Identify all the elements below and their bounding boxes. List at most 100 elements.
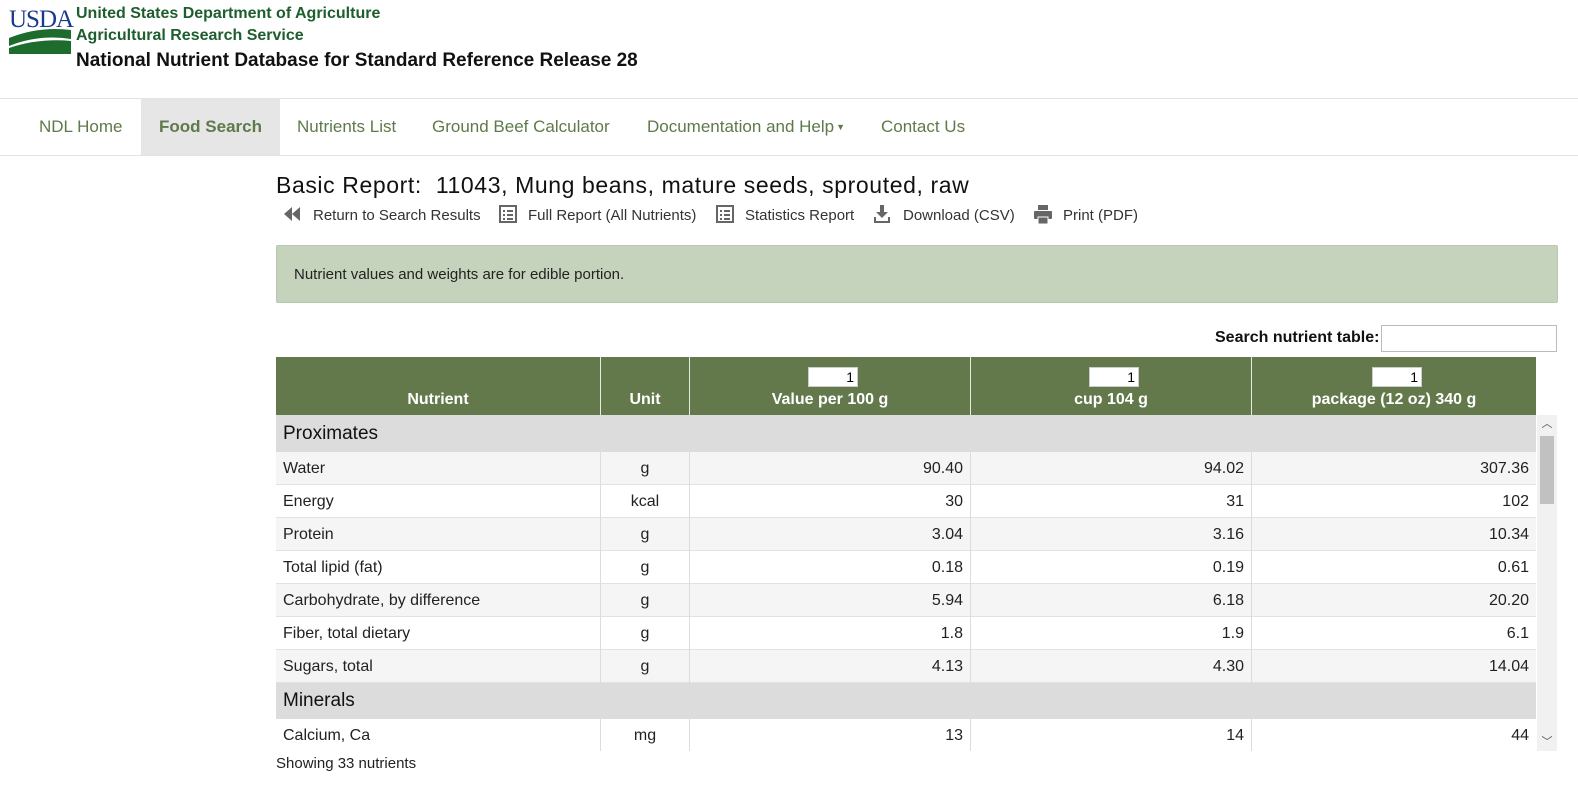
cell-value-package: 6.1 [1506, 625, 1529, 642]
cell-value-cup: 4.30 [971, 650, 1252, 683]
qty-input-per-100g[interactable] [808, 367, 858, 387]
nutrient-table: Nutrient Unit Value per 100 g cup 104 g … [276, 357, 1557, 752]
statistics-report-button[interactable]: Statistics Report [716, 203, 861, 229]
nav-nutrients-list[interactable]: Nutrients List [280, 99, 413, 155]
cell-unit: g [601, 650, 690, 683]
cell-nutrient: Energy [276, 485, 601, 518]
group-row-minerals: Minerals [276, 683, 1536, 719]
cell-value-cup: 0.19 [971, 551, 1252, 584]
cell-value-cup: 31 [971, 485, 1252, 518]
nav-contact-us[interactable]: Contact Us [864, 99, 982, 155]
cell-value-package: 14.04 [1488, 658, 1529, 675]
cell-nutrient: Sugars, total [276, 650, 601, 683]
cell-value-cup: 94.02 [971, 452, 1252, 485]
return-to-search-button[interactable]: Return to Search Results [283, 203, 483, 229]
cell-value-package: 0.61 [1497, 559, 1529, 576]
download-csv-button[interactable]: Download (CSV) [873, 203, 1017, 229]
cell-nutrient: Protein [276, 518, 601, 551]
cell-value-cup: 3.16 [971, 518, 1252, 551]
qty-input-package[interactable] [1372, 367, 1422, 387]
header-value-per-100g-label: Value per 100 g [771, 391, 889, 408]
cell-nutrient: Total lipid (fat) [276, 551, 601, 584]
cell-nutrient: Calcium, Ca [276, 719, 601, 751]
double-chevron-left-icon [284, 207, 300, 221]
return-to-search-label: Return to Search Results [313, 207, 481, 224]
table-scrollbar[interactable]: ︿ ﹀ [1537, 415, 1557, 751]
database-title: National Nutrient Database for Standard … [76, 50, 638, 71]
search-nutrient-input[interactable] [1381, 325, 1557, 352]
nav-documentation-label: Documentation and Help [647, 117, 835, 136]
header-value-per-100g: Value per 100 g [690, 357, 971, 415]
table-row: Energy kcal 30 31 102 [276, 485, 1536, 518]
cell-unit: g [601, 452, 690, 485]
print-pdf-button[interactable]: Print (PDF) [1033, 203, 1143, 229]
header-unit[interactable]: Unit [601, 357, 690, 415]
table-row: Calcium, Ca mg 13 14 44 [276, 719, 1536, 751]
notice-text: Nutrient values and weights are for edib… [294, 266, 625, 283]
scroll-up-arrow-icon[interactable]: ︿ [1537, 415, 1557, 433]
download-csv-label: Download (CSV) [903, 207, 1015, 224]
showing-count: Showing 33 nutrients [276, 755, 417, 772]
download-icon [874, 205, 890, 223]
caret-down-icon: ▼ [836, 122, 846, 132]
cell-value-package: 10.34 [1488, 526, 1529, 543]
cell-unit: mg [601, 719, 690, 751]
table-row: Carbohydrate, by difference g 5.94 6.18 … [276, 584, 1536, 617]
cell-value-per-100g: 0.18 [690, 551, 971, 584]
agency-name[interactable]: Agricultural Research Service [76, 27, 304, 45]
scroll-down-arrow-icon[interactable]: ﹀ [1537, 733, 1557, 751]
qty-input-cup[interactable] [1089, 367, 1139, 387]
list-icon [499, 205, 517, 223]
cell-value-cup: 1.9 [971, 617, 1252, 650]
edible-portion-notice: Nutrient values and weights are for edib… [276, 245, 1558, 303]
full-report-button[interactable]: Full Report (All Nutrients) [499, 203, 705, 229]
header-package: package (12 oz) 340 g [1252, 357, 1536, 415]
scrollbar-thumb[interactable] [1540, 436, 1554, 504]
table-body[interactable]: Proximates Water g 90.40 94.02 307.36 En… [276, 415, 1536, 751]
usda-logo[interactable]: USDA [9, 7, 74, 56]
cell-value-per-100g: 90.40 [690, 452, 971, 485]
cell-value-package: 20.20 [1488, 592, 1529, 609]
header-package-label: package (12 oz) 340 g [1311, 391, 1477, 408]
full-report-label: Full Report (All Nutrients) [528, 207, 697, 224]
header-unit-label: Unit [629, 391, 661, 408]
cell-value-cup: 14 [971, 719, 1252, 751]
cell-value-package: 102 [1502, 493, 1529, 510]
cell-unit: kcal [601, 485, 690, 518]
search-nutrient-label: Search nutrient table: [1215, 329, 1380, 346]
print-pdf-label: Print (PDF) [1063, 207, 1138, 224]
list-icon [716, 205, 734, 223]
group-row-proximates: Proximates [276, 415, 1536, 452]
cell-value-per-100g: 1.8 [690, 617, 971, 650]
table-row: Protein g 3.04 3.16 10.34 [276, 518, 1536, 551]
header-cup: cup 104 g [971, 357, 1252, 415]
nav-ground-beef-calculator[interactable]: Ground Beef Calculator [415, 99, 627, 155]
nav-food-search[interactable]: Food Search [141, 99, 280, 155]
header-nutrient[interactable]: Nutrient [276, 357, 601, 415]
cell-value-per-100g: 3.04 [690, 518, 971, 551]
nav-ndl-home[interactable]: NDL Home [22, 99, 139, 155]
report-title: Basic Report: 11043, Mung beans, mature … [276, 172, 970, 198]
cell-nutrient: Water [276, 452, 601, 485]
nav-documentation-help[interactable]: Documentation and Help ▼ [630, 99, 862, 155]
table-header: Nutrient Unit Value per 100 g cup 104 g … [276, 357, 1536, 415]
cell-value-package: 44 [1511, 727, 1529, 744]
cell-value-package: 307.36 [1480, 460, 1529, 477]
main-nav: NDL Home Food Search Nutrients List Grou… [0, 99, 1578, 156]
cell-unit: g [601, 518, 690, 551]
table-row: Water g 90.40 94.02 307.36 [276, 452, 1536, 485]
cell-value-cup: 6.18 [971, 584, 1252, 617]
print-icon [1034, 205, 1052, 225]
site-header: USDA United States Department of Agricul… [0, 0, 1578, 99]
cell-unit: g [601, 617, 690, 650]
cell-nutrient: Fiber, total dietary [276, 617, 601, 650]
org-name[interactable]: United States Department of Agriculture [76, 5, 380, 23]
cell-value-per-100g: 5.94 [690, 584, 971, 617]
cell-value-per-100g: 13 [690, 719, 971, 751]
cell-unit: g [601, 551, 690, 584]
usda-logo-icon [9, 29, 71, 54]
table-row: Total lipid (fat) g 0.18 0.19 0.61 [276, 551, 1536, 584]
header-cup-label: cup 104 g [1074, 391, 1148, 408]
header-nutrient-label: Nutrient [407, 391, 469, 408]
cell-value-per-100g: 4.13 [690, 650, 971, 683]
